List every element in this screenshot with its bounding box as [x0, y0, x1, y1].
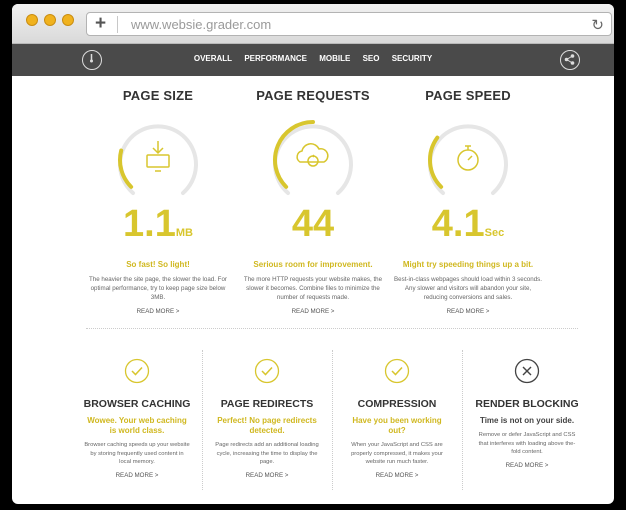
check-circle-icon: [254, 358, 280, 384]
read-more-link[interactable]: READ MORE >: [378, 308, 558, 315]
nav-links: OVERALL PERFORMANCE MOBILE SEO SECURITY: [12, 54, 614, 63]
metric-value-row: 1.1MB: [68, 205, 248, 252]
read-more-link[interactable]: READ MORE >: [202, 472, 332, 479]
metric-page-size: PAGE SIZE 1.1MB So fast! So light! The h…: [68, 88, 248, 315]
metric-status: Might try speeding things up a bit.: [402, 260, 534, 269]
metric-unit: Sec: [484, 227, 505, 239]
metric-status: So fast! So light!: [126, 260, 190, 269]
new-tab-button[interactable]: +: [95, 14, 106, 34]
metric-title: PAGE REQUESTS: [256, 88, 370, 103]
address-bar[interactable]: + www.websie.grader.com ↻: [86, 12, 612, 36]
page-speed-gauge: [428, 124, 508, 195]
metric-status: Serious room for improvement.: [253, 260, 373, 269]
metric-value-row: 44: [223, 205, 403, 252]
maximize-window-button[interactable]: [62, 14, 74, 26]
card-status: Time is not on your side.: [479, 416, 575, 425]
download-monitor-icon: [146, 141, 170, 172]
metric-description: The more HTTP requests your website make…: [243, 276, 383, 301]
metric-page-requests: PAGE REQUESTS 44 Serious room for improv…: [223, 88, 403, 315]
metric-description: Best-in-class webpages should load withi…: [394, 276, 542, 301]
metric-description: The heavier the site page, the slower th…: [89, 276, 227, 301]
read-more-link[interactable]: READ MORE >: [68, 308, 248, 315]
stopwatch-icon: [457, 145, 479, 171]
nav-item-performance[interactable]: PERFORMANCE: [244, 54, 307, 63]
check-circle-icon: [124, 358, 150, 384]
section-divider: [86, 328, 578, 329]
metric-value-row: 4.1Sec: [378, 205, 558, 252]
nav-item-seo[interactable]: SEO: [363, 54, 380, 63]
top-nav: OVERALL PERFORMANCE MOBILE SEO SECURITY: [12, 44, 614, 76]
card-render-blocking: RENDER BLOCKING Time is not on your side…: [462, 358, 592, 469]
url-text[interactable]: www.websie.grader.com: [131, 17, 271, 32]
gauge-track: [273, 124, 353, 195]
browser-window: + www.websie.grader.com ↻ OVERALL PERFOR…: [12, 4, 614, 504]
share-button[interactable]: [560, 50, 580, 70]
reload-button[interactable]: ↻: [591, 16, 604, 34]
read-more-link[interactable]: READ MORE >: [332, 472, 462, 479]
metric-value: 44: [291, 203, 335, 245]
card-compression: COMPRESSION Have you been working out? W…: [332, 358, 462, 479]
card-status: Wowee. Your web caching is world class.: [87, 416, 187, 435]
card-title: RENDER BLOCKING: [475, 398, 579, 410]
card-title: BROWSER CACHING: [83, 398, 191, 410]
card-description: Browser caching speeds up your website b…: [84, 442, 190, 465]
metric-value: 1.1: [123, 203, 176, 245]
address-divider: [117, 16, 118, 33]
nav-item-overall[interactable]: OVERALL: [194, 54, 232, 63]
card-page-redirects: PAGE REDIRECTS Perfect! No page redirect…: [202, 358, 332, 479]
metric-unit: MB: [175, 227, 193, 239]
read-more-link[interactable]: READ MORE >: [72, 472, 202, 479]
browser-chrome: + www.websie.grader.com ↻: [12, 4, 614, 44]
metric-page-speed: PAGE SPEED 4.1Sec Might try speeding thi…: [378, 88, 558, 315]
page-size-gauge: [118, 124, 198, 195]
gauge-track: [118, 124, 198, 195]
card-title: PAGE REDIRECTS: [220, 398, 314, 410]
share-icon: [564, 54, 575, 65]
nav-item-security[interactable]: SECURITY: [392, 54, 432, 63]
card-description: When your JavaScript and CSS are properl…: [351, 442, 443, 465]
close-window-button[interactable]: [26, 14, 38, 26]
nav-item-mobile[interactable]: MOBILE: [319, 54, 350, 63]
metric-value: 4.1: [431, 203, 485, 245]
card-status: Perfect! No page redirects detected.: [217, 416, 317, 435]
cloud-sync-icon: [296, 143, 329, 167]
card-title: COMPRESSION: [357, 398, 437, 410]
card-browser-caching: BROWSER CACHING Wowee. Your web caching …: [72, 358, 202, 479]
card-description: Remove or defer JavaScript and CSS that …: [478, 432, 576, 455]
read-more-link[interactable]: READ MORE >: [462, 462, 592, 469]
metric-title: PAGE SIZE: [122, 88, 194, 103]
read-more-link[interactable]: READ MORE >: [223, 308, 403, 315]
metric-title: PAGE SPEED: [425, 88, 511, 103]
card-description: Page redirects add an additional loading…: [215, 442, 319, 465]
page-requests-gauge: [273, 120, 353, 195]
x-circle-icon: [514, 358, 540, 384]
card-status: Have you been working out?: [352, 416, 442, 435]
minimize-window-button[interactable]: [44, 14, 56, 26]
check-circle-icon: [384, 358, 410, 384]
